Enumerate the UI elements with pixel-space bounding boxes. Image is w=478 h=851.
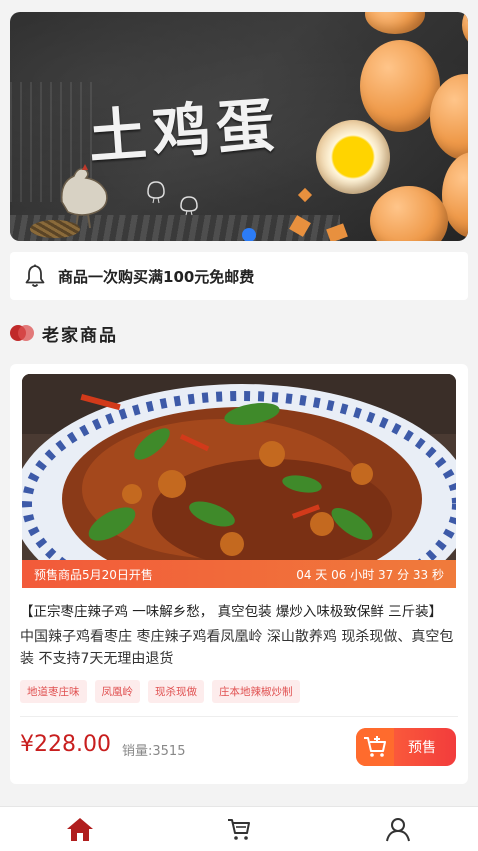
- presale-label: 预售商品5月20日开售: [34, 567, 153, 582]
- section-mark-icon: [10, 325, 34, 341]
- shipping-notice: 商品一次购买满100元免邮费: [10, 252, 468, 300]
- product-price: ¥228.00: [20, 732, 111, 757]
- chick-illustration: [180, 196, 198, 216]
- presale-button[interactable]: 预售: [356, 728, 456, 766]
- presale-countdown-bar: 预售商品5月20日开售 04 天 06 小时 37 分 33 秒: [22, 560, 456, 588]
- chick-illustration: [147, 181, 165, 204]
- presale-button-label: 预售: [408, 740, 436, 756]
- product-tag: 凤凰岭: [94, 680, 140, 703]
- product-title[interactable]: 【正宗枣庄辣子鸡 一味解乡愁， 真空包装 爆炒入味极致保鲜 三斤装】: [20, 600, 460, 620]
- product-image[interactable]: [22, 374, 456, 588]
- section-header: 老家商品: [10, 318, 118, 348]
- product-tag: 庄本地辣椒炒制: [212, 680, 300, 703]
- nav-item-cart[interactable]: [159, 807, 318, 851]
- user-icon: [386, 818, 411, 842]
- egg-image: [360, 40, 440, 132]
- bottom-nav: [0, 806, 478, 851]
- nav-item-profile[interactable]: [319, 807, 478, 851]
- home-icon: [66, 818, 93, 841]
- product-card[interactable]: 预售商品5月20日开售 04 天 06 小时 37 分 33 秒 【正宗枣庄辣子…: [10, 364, 468, 784]
- bell-icon: [25, 264, 45, 287]
- divider: [20, 716, 458, 717]
- promo-banner[interactable]: 土鸡蛋: [10, 12, 468, 241]
- banner-title: 土鸡蛋: [86, 90, 283, 172]
- product-tags: 地道枣庄味 凤凰岭 现杀现做 庄本地辣椒炒制: [20, 680, 300, 703]
- cracked-egg-image: [316, 120, 390, 194]
- nest-illustration: [30, 220, 80, 238]
- add-cart-icon: [356, 728, 394, 766]
- section-title: 老家商品: [42, 325, 118, 346]
- carousel-indicator-dot[interactable]: [242, 228, 256, 241]
- nav-item-home[interactable]: [0, 807, 159, 851]
- cart-icon: [227, 819, 250, 840]
- product-description: 中国辣子鸡看枣庄 枣庄辣子鸡看凤凰岭 深山散养鸡 现杀现做、真空包装 不支持7天…: [20, 629, 454, 667]
- countdown-timer: 04 天 06 小时 37 分 33 秒: [296, 567, 444, 582]
- notice-text: 商品一次购买满100元免邮费: [58, 267, 255, 286]
- sales-count: 销量:3515: [122, 744, 186, 759]
- product-tag: 现杀现做: [148, 680, 204, 703]
- product-tag: 地道枣庄味: [20, 680, 87, 703]
